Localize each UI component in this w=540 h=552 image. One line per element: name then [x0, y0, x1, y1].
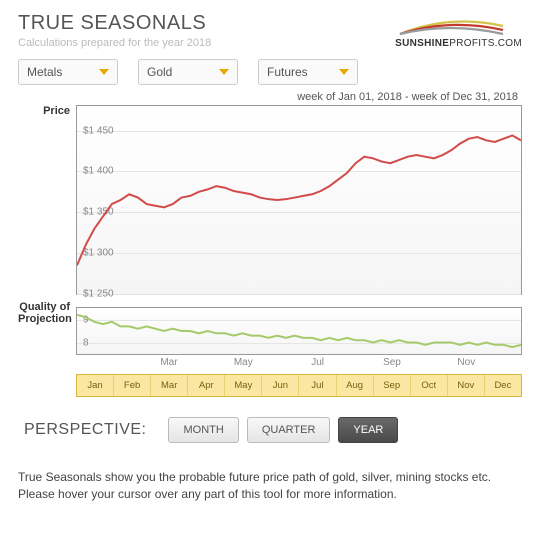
metal-value: Gold — [147, 65, 172, 79]
instrument-select[interactable]: Futures — [258, 59, 358, 85]
metal-select[interactable]: Gold — [138, 59, 238, 85]
instrument-value: Futures — [267, 65, 308, 79]
date-range: week of Jan 01, 2018 - week of Dec 31, 2… — [18, 91, 522, 103]
logo-text-2: PROFITS.COM — [449, 38, 522, 49]
category-select[interactable]: Metals — [18, 59, 118, 85]
month-cell-feb[interactable]: Feb — [114, 375, 151, 396]
month-cell-jul[interactable]: Jul — [299, 375, 336, 396]
brand-logo: SUNSHINEPROFITS.COM — [395, 12, 522, 49]
month-cell-sep[interactable]: Sep — [374, 375, 411, 396]
month-selector-strip: JanFebMarAprMayJunJulAugSepOctNovDec — [76, 374, 522, 397]
page-subtitle: Calculations prepared for the year 2018 — [18, 37, 211, 49]
month-cell-nov[interactable]: Nov — [448, 375, 485, 396]
month-cell-may[interactable]: May — [225, 375, 262, 396]
x-tick: Sep — [373, 357, 410, 368]
x-tick: Jul — [299, 357, 336, 368]
quality-axis-label: Quality of Projection — [18, 301, 76, 355]
perspective-label: PERSPECTIVE: — [24, 421, 146, 439]
x-axis: Mar May Jul Sep Nov — [76, 357, 522, 368]
x-tick: May — [225, 357, 262, 368]
month-cell-jan[interactable]: Jan — [77, 375, 114, 396]
perspective-year-button[interactable]: YEAR — [338, 417, 398, 443]
category-value: Metals — [27, 65, 62, 79]
month-cell-aug[interactable]: Aug — [337, 375, 374, 396]
price-axis-label: Price — [18, 105, 76, 295]
x-tick: Mar — [150, 357, 187, 368]
month-cell-mar[interactable]: Mar — [151, 375, 188, 396]
logo-text-1: SUNSHINE — [395, 38, 449, 49]
month-cell-jun[interactable]: Jun — [262, 375, 299, 396]
chevron-down-icon — [339, 69, 349, 75]
month-cell-apr[interactable]: Apr — [188, 375, 225, 396]
x-tick: Nov — [448, 357, 485, 368]
perspective-quarter-button[interactable]: QUARTER — [247, 417, 331, 443]
perspective-month-button[interactable]: MONTH — [168, 417, 238, 443]
page-title: TRUE SEASONALS — [18, 12, 211, 35]
footer-description: True Seasonals show you the probable fut… — [18, 469, 522, 503]
price-chart[interactable]: $1 450$1 400$1 350$1 300$1 250 — [76, 105, 522, 295]
quality-chart[interactable]: 98 — [76, 307, 522, 355]
chevron-down-icon — [99, 69, 109, 75]
chevron-down-icon — [219, 69, 229, 75]
month-cell-dec[interactable]: Dec — [485, 375, 521, 396]
month-cell-oct[interactable]: Oct — [411, 375, 448, 396]
